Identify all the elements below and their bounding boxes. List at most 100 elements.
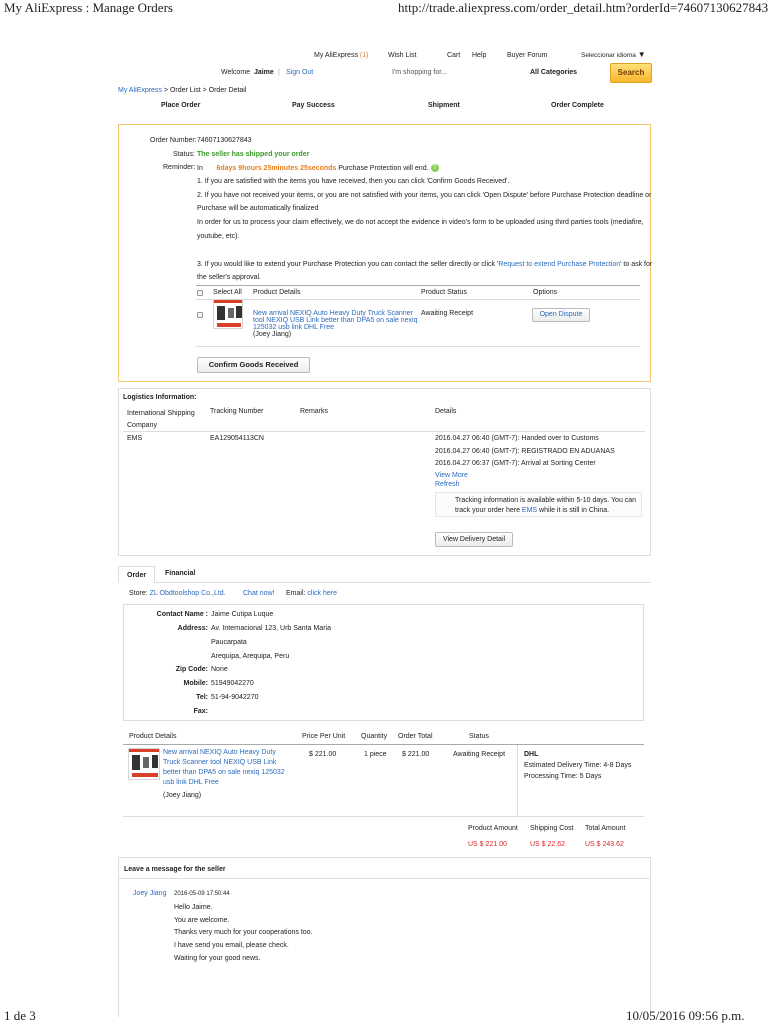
tab-financial[interactable]: Financial	[165, 570, 195, 577]
tracking-event: 2016.04.27 06:37 (GMT-7): Arrival at Sor…	[435, 460, 596, 467]
email-link[interactable]: click here	[307, 590, 337, 597]
address-label: Address:	[177, 625, 208, 632]
col-shipping-company: International Shipping Company	[127, 410, 195, 429]
step-pay-success: Pay Success	[292, 102, 335, 109]
print-url: http://trade.aliexpress.com/order_detail…	[398, 0, 768, 15]
order-number-label: Order Number:	[150, 137, 197, 144]
col-tracking-number: Tracking Number	[210, 408, 264, 415]
select-all-label: Select All	[213, 289, 242, 296]
shipping-cost-label: Shipping Cost	[530, 825, 574, 832]
refresh-link[interactable]: Refresh	[435, 481, 460, 488]
print-doc-title: My AliExpress : Manage Orders	[4, 0, 173, 15]
message-title: Leave a message for the seller	[124, 866, 226, 873]
note-3c: the seller's approval.	[197, 274, 261, 281]
col-status: Status	[469, 733, 489, 740]
mobile-number: 51949042270	[211, 680, 254, 687]
note-3a: 3. If you would like to extend your Purc…	[197, 261, 653, 268]
col-remarks: Remarks	[300, 408, 329, 415]
order-number: 74607130627843	[197, 137, 252, 144]
col-details: Details	[435, 408, 457, 415]
note-2c: In order for us to process your claim ef…	[197, 219, 644, 226]
details-head-rule	[123, 744, 644, 745]
logistics-box	[118, 388, 651, 556]
item-seller: (Joey Jiang)	[253, 331, 292, 338]
status-label: Status:	[173, 151, 195, 158]
logistics-head-rule	[123, 431, 645, 432]
logistics-title: Logistics Information:	[123, 394, 197, 401]
order-summary-box	[118, 124, 651, 382]
tracking-info-text: Tracking information is available within…	[455, 497, 637, 514]
cart-link[interactable]: Cart	[447, 52, 460, 59]
message-title-rule	[119, 878, 650, 879]
sign-out-link[interactable]: Sign Out	[286, 69, 313, 76]
order-status: The seller has shipped your order	[197, 151, 310, 158]
mobile-label: Mobile:	[183, 680, 209, 687]
col-price-per-unit: Price Per Unit	[302, 733, 346, 740]
contact-name: Jaime Cutipa Luque	[211, 611, 274, 618]
price-per-unit: $ 221.00	[309, 751, 337, 758]
store-name-link[interactable]: ZL Obdtoolshop Co.,Ltd.	[150, 590, 226, 597]
search-input[interactable]: I'm shopping for...	[392, 69, 447, 76]
col-quantity: Quantity	[361, 733, 388, 740]
extend-protection-link[interactable]: Request to extend Purchase Protection	[498, 261, 620, 268]
breadcrumb-root[interactable]: My AliExpress	[118, 87, 162, 94]
message-line: You are welcome.	[174, 917, 230, 924]
note-2a: 2. If you have not received your items, …	[197, 192, 652, 199]
my-aliexpress-link[interactable]: My AliExpress (1)	[314, 52, 368, 59]
buyer-forum-link[interactable]: Buyer Forum	[507, 52, 547, 59]
tracking-number: EA129054113CN	[210, 435, 264, 442]
message-line: Waiting for your good news.	[174, 955, 261, 962]
select-all-checkbox[interactable]	[197, 290, 203, 296]
ems-link[interactable]: EMS	[522, 507, 537, 514]
note-2b: Purchase will be automatically finalized	[197, 205, 319, 212]
breadcrumb: My AliExpress > Order List > Order Detai…	[118, 87, 247, 94]
search-button[interactable]: Search	[610, 63, 652, 83]
print-datetime: 10/05/2016 09:56 p.m.	[626, 1008, 745, 1023]
step-shipment: Shipment	[428, 102, 460, 109]
estimated-delivery: Estimated Delivery Time: 4-8 Days	[524, 762, 632, 769]
message-line: I have send you email, please check.	[174, 942, 289, 949]
reminder-label: Reminder:	[163, 164, 196, 171]
address-line-2: Paucarpata	[211, 639, 247, 646]
zip-label: Zip Code:	[175, 666, 208, 673]
shipping-divider	[517, 745, 518, 817]
item-status: Awaiting Receipt	[421, 310, 474, 317]
product-seller: (Joey Jiang)	[163, 792, 202, 799]
store-line: Store: ZL Obdtoolshop Co.,Ltd.	[129, 590, 226, 597]
email-line: Email: click here	[286, 590, 337, 597]
note-1: 1. If you are satisfied with the items y…	[197, 178, 510, 185]
message-author-link[interactable]: Joey Jiang	[133, 890, 166, 897]
open-dispute-button[interactable]: Open Dispute	[532, 308, 590, 322]
product-thumbnail[interactable]	[128, 748, 160, 780]
carrier: DHL	[524, 751, 539, 758]
col-product-status: Product Status	[421, 289, 467, 296]
product-status: Awaiting Receipt	[453, 751, 506, 758]
item-checkbox[interactable]	[197, 312, 203, 318]
zip-code: None	[211, 666, 228, 673]
tel-number: 51-94-9042270	[211, 694, 259, 701]
product-title[interactable]: New arrival NEXIQ Auto Heavy Duty Truck S…	[163, 748, 285, 788]
order-total: $ 221.00	[402, 751, 430, 758]
product-amount: US $ 221.00	[468, 841, 507, 848]
item-title[interactable]: New arrival NEXIQ Auto Heavy Duty Truck …	[253, 310, 417, 331]
help-link[interactable]: Help	[472, 52, 486, 59]
tab-order[interactable]: Order	[118, 566, 155, 583]
language-select[interactable]: Seleccionar idioma ▼	[581, 50, 646, 59]
message-line: Hello Jaime.	[174, 904, 213, 911]
col-options: Options	[533, 289, 558, 296]
help-icon[interactable]: ?	[430, 164, 439, 172]
chat-now-link[interactable]: Chat now!	[243, 590, 275, 597]
address-line-3: Arequipa, Arequipa, Peru	[211, 653, 290, 660]
confirm-goods-button[interactable]: Confirm Goods Received	[197, 357, 310, 373]
details-row-rule	[123, 816, 644, 817]
wish-list-link[interactable]: Wish List	[388, 52, 416, 59]
note-2d: youtube, etc).	[197, 233, 240, 240]
tel-label: Tel:	[196, 694, 208, 701]
welcome-text: Welcome Jaime	[221, 69, 274, 76]
message-line: Thanks very much for your cooperations t…	[174, 929, 313, 936]
product-thumbnail[interactable]	[213, 299, 243, 329]
view-more-link[interactable]: View More	[435, 472, 468, 479]
categories-select[interactable]: All Categories	[530, 69, 577, 76]
view-delivery-detail-button[interactable]: View Delivery Detail	[435, 532, 513, 547]
col-product-details: Product Details	[253, 289, 301, 296]
